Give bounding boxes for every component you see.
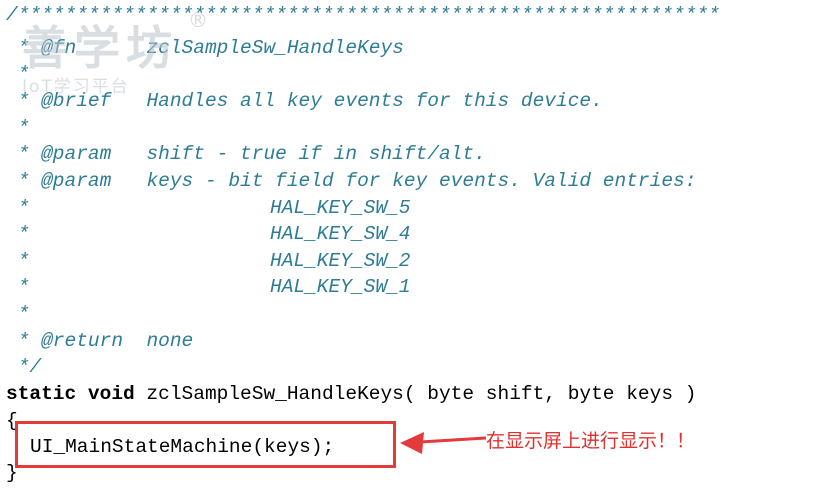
comment-param1-line: * @param shift - true if in shift/alt. (6, 141, 486, 167)
comment-star: * (6, 117, 30, 139)
key-sw5: HAL_KEY_SW_5 (270, 197, 411, 219)
comment-end: */ (6, 356, 42, 378)
param1-tag: * @param (6, 143, 147, 165)
param1-text: shift - true if in shift/alt. (146, 143, 486, 165)
comment-param2-line: * @param keys - bit field for key events… (6, 168, 697, 194)
comment-star: * (6, 63, 30, 85)
comment-key-line: * HAL_KEY_SW_4 (6, 221, 411, 247)
comment-brief-line: * @brief Handles all key events for this… (6, 88, 603, 114)
comment-border-line: /***************************************… (6, 2, 720, 28)
comment-star: * (6, 197, 30, 219)
comment-star: * (6, 303, 30, 325)
arrow-icon (400, 432, 487, 454)
brief-text: Handles all key events for this device. (146, 90, 603, 112)
return-text: none (146, 330, 194, 352)
comment-key-line: * HAL_KEY_SW_2 (6, 248, 411, 274)
keyword-void: void (87, 383, 135, 405)
param2-text: keys - bit field for key events. Valid e… (146, 170, 697, 192)
comment-star: * (6, 250, 30, 272)
function-signature-line: static void zclSampleSw_HandleKeys( byte… (6, 381, 696, 407)
comment-border-text: /***************************************… (6, 4, 720, 26)
comment-star: * (6, 223, 30, 245)
param2-tag: * @param (6, 170, 147, 192)
return-tag: * @return (6, 330, 147, 352)
fn-tag: * @fn (6, 37, 147, 59)
key-sw4: HAL_KEY_SW_4 (270, 223, 411, 245)
comment-key-line: * HAL_KEY_SW_1 (6, 274, 411, 300)
code-editor: /***************************************… (0, 0, 832, 488)
brief-tag: * @brief (6, 90, 147, 112)
comment-return-line: * @return none (6, 328, 194, 354)
comment-blank-line: * (6, 115, 30, 141)
comment-star: * (6, 276, 30, 298)
comment-blank-line: * (6, 61, 30, 87)
key-sw1: HAL_KEY_SW_1 (270, 276, 411, 298)
annotation-text: 在显示屏上进行显示！！ (486, 430, 696, 452)
comment-key-line: * HAL_KEY_SW_5 (6, 195, 411, 221)
signature-text: zclSampleSw_HandleKeys( byte shift, byte… (134, 383, 697, 405)
keyword-static: static (6, 383, 77, 405)
comment-blank-line: * (6, 301, 30, 327)
fn-name: zclSampleSw_HandleKeys (146, 37, 404, 59)
key-sw2: HAL_KEY_SW_2 (270, 250, 411, 272)
highlight-box (15, 421, 396, 468)
comment-end-line: */ (6, 354, 41, 380)
comment-fn-line: * @fn zclSampleSw_HandleKeys (6, 35, 404, 61)
